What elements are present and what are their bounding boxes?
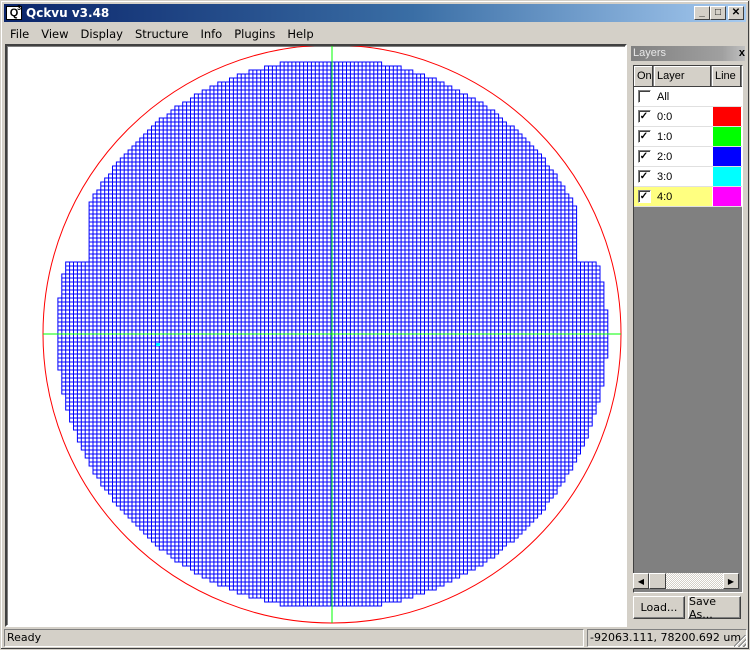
- color-swatch[interactable]: [713, 167, 741, 186]
- layer-line-color[interactable]: [712, 167, 742, 186]
- app-window: Q3 Qckvu v3.48 _ □ ✕ File View Display S…: [0, 0, 750, 650]
- minimize-button[interactable]: _: [694, 6, 710, 20]
- menu-plugins[interactable]: Plugins: [228, 27, 281, 41]
- layer-row[interactable]: All: [634, 87, 742, 107]
- layer-line-color[interactable]: [712, 187, 742, 206]
- menu-info[interactable]: Info: [194, 27, 228, 41]
- layer-row[interactable]: ✓ 3:0: [634, 167, 742, 187]
- layer-row[interactable]: ✓ 0:0: [634, 107, 742, 127]
- layer-visibility-cell: ✓: [634, 147, 654, 166]
- title-bar[interactable]: Q3 Qckvu v3.48 _ □ ✕: [4, 4, 746, 22]
- layer-list-header: On Layer Line: [634, 66, 742, 87]
- menu-bar: File View Display Structure Info Plugins…: [4, 24, 746, 43]
- maximize-icon: □: [714, 7, 722, 18]
- resize-grip[interactable]: [734, 635, 746, 647]
- layer-line-color[interactable]: [712, 127, 742, 146]
- color-swatch[interactable]: [713, 147, 741, 166]
- color-swatch[interactable]: [713, 127, 741, 146]
- scrollbar-thumb[interactable]: [649, 573, 666, 589]
- layer-visibility-cell: ✓: [634, 107, 654, 126]
- layer-visibility-checkbox[interactable]: ✓: [637, 190, 651, 203]
- layout-canvas[interactable]: [5, 44, 627, 627]
- layer-visibility-checkbox[interactable]: ✓: [637, 110, 651, 123]
- layer-line-color[interactable]: [712, 107, 742, 126]
- layer-name[interactable]: 1:0: [654, 127, 712, 146]
- wafer-view[interactable]: [7, 46, 625, 625]
- load-button[interactable]: Load...: [633, 596, 685, 619]
- scroll-left-button[interactable]: ◀: [633, 573, 649, 589]
- layer-visibility-checkbox[interactable]: ✓: [637, 130, 651, 143]
- menu-help[interactable]: Help: [281, 27, 319, 41]
- layers-panel-title[interactable]: Layers: [631, 46, 745, 61]
- highlighted-die[interactable]: [156, 343, 160, 346]
- column-header-line[interactable]: Line: [712, 66, 742, 86]
- layer-visibility-cell: ✓: [634, 127, 654, 146]
- layer-row[interactable]: ✓ 4:0: [634, 187, 742, 207]
- layer-visibility-cell: ✓: [634, 167, 654, 186]
- layer-visibility-checkbox[interactable]: ✓: [637, 150, 651, 163]
- scroll-right-button[interactable]: ▶: [723, 573, 739, 589]
- close-button[interactable]: ✕: [728, 6, 744, 20]
- layers-panel: Layers x On Layer Line All ✓ 0:0 ✓ 1:0 ✓ 2:0 ✓ 3…: [629, 45, 747, 627]
- maximize-button[interactable]: □: [710, 6, 726, 20]
- app-icon[interactable]: Q3: [6, 5, 22, 20]
- layer-visibility-checkbox[interactable]: [637, 90, 651, 103]
- layer-row[interactable]: ✓ 1:0: [634, 127, 742, 147]
- menu-display[interactable]: Display: [75, 27, 129, 41]
- menu-view[interactable]: View: [35, 27, 74, 41]
- layer-name[interactable]: 3:0: [654, 167, 712, 186]
- layer-name[interactable]: 2:0: [654, 147, 712, 166]
- window-title: Qckvu v3.48: [26, 6, 110, 20]
- layer-name[interactable]: 0:0: [654, 107, 712, 126]
- layer-name[interactable]: All: [654, 87, 712, 106]
- status-message: Ready: [4, 629, 584, 647]
- arrow-right-icon: ▶: [727, 576, 735, 586]
- color-swatch[interactable]: [713, 107, 741, 126]
- layer-list-horizontal-scrollbar[interactable]: ◀ ▶: [633, 573, 739, 589]
- arrow-left-icon: ◀: [637, 576, 645, 586]
- close-icon: ✕: [731, 7, 741, 18]
- cursor-coordinates: -92063.111, 78200.692 um: [587, 629, 747, 647]
- minimize-icon: _: [699, 7, 705, 18]
- layer-name[interactable]: 4:0: [654, 187, 712, 206]
- layer-visibility-cell: ✓: [634, 187, 654, 206]
- color-swatch[interactable]: [713, 187, 741, 206]
- column-header-on[interactable]: On: [634, 66, 654, 86]
- scrollbar-track[interactable]: [666, 573, 723, 589]
- save-as-button[interactable]: Save As...: [688, 595, 741, 621]
- layer-list: On Layer Line All ✓ 0:0 ✓ 1:0 ✓ 2:0 ✓ 3:0 ✓ 4:0: [633, 65, 743, 593]
- column-header-layer[interactable]: Layer: [654, 66, 712, 86]
- layer-line-color[interactable]: [712, 87, 742, 106]
- layer-row[interactable]: ✓ 2:0: [634, 147, 742, 167]
- panel-close-icon[interactable]: x: [739, 46, 745, 61]
- layer-visibility-cell: [634, 87, 654, 106]
- layer-line-color[interactable]: [712, 147, 742, 166]
- layer-visibility-checkbox[interactable]: ✓: [637, 170, 651, 183]
- status-bar: Ready -92063.111, 78200.692 um: [4, 629, 747, 647]
- menu-file[interactable]: File: [4, 27, 35, 41]
- menu-structure[interactable]: Structure: [129, 27, 195, 41]
